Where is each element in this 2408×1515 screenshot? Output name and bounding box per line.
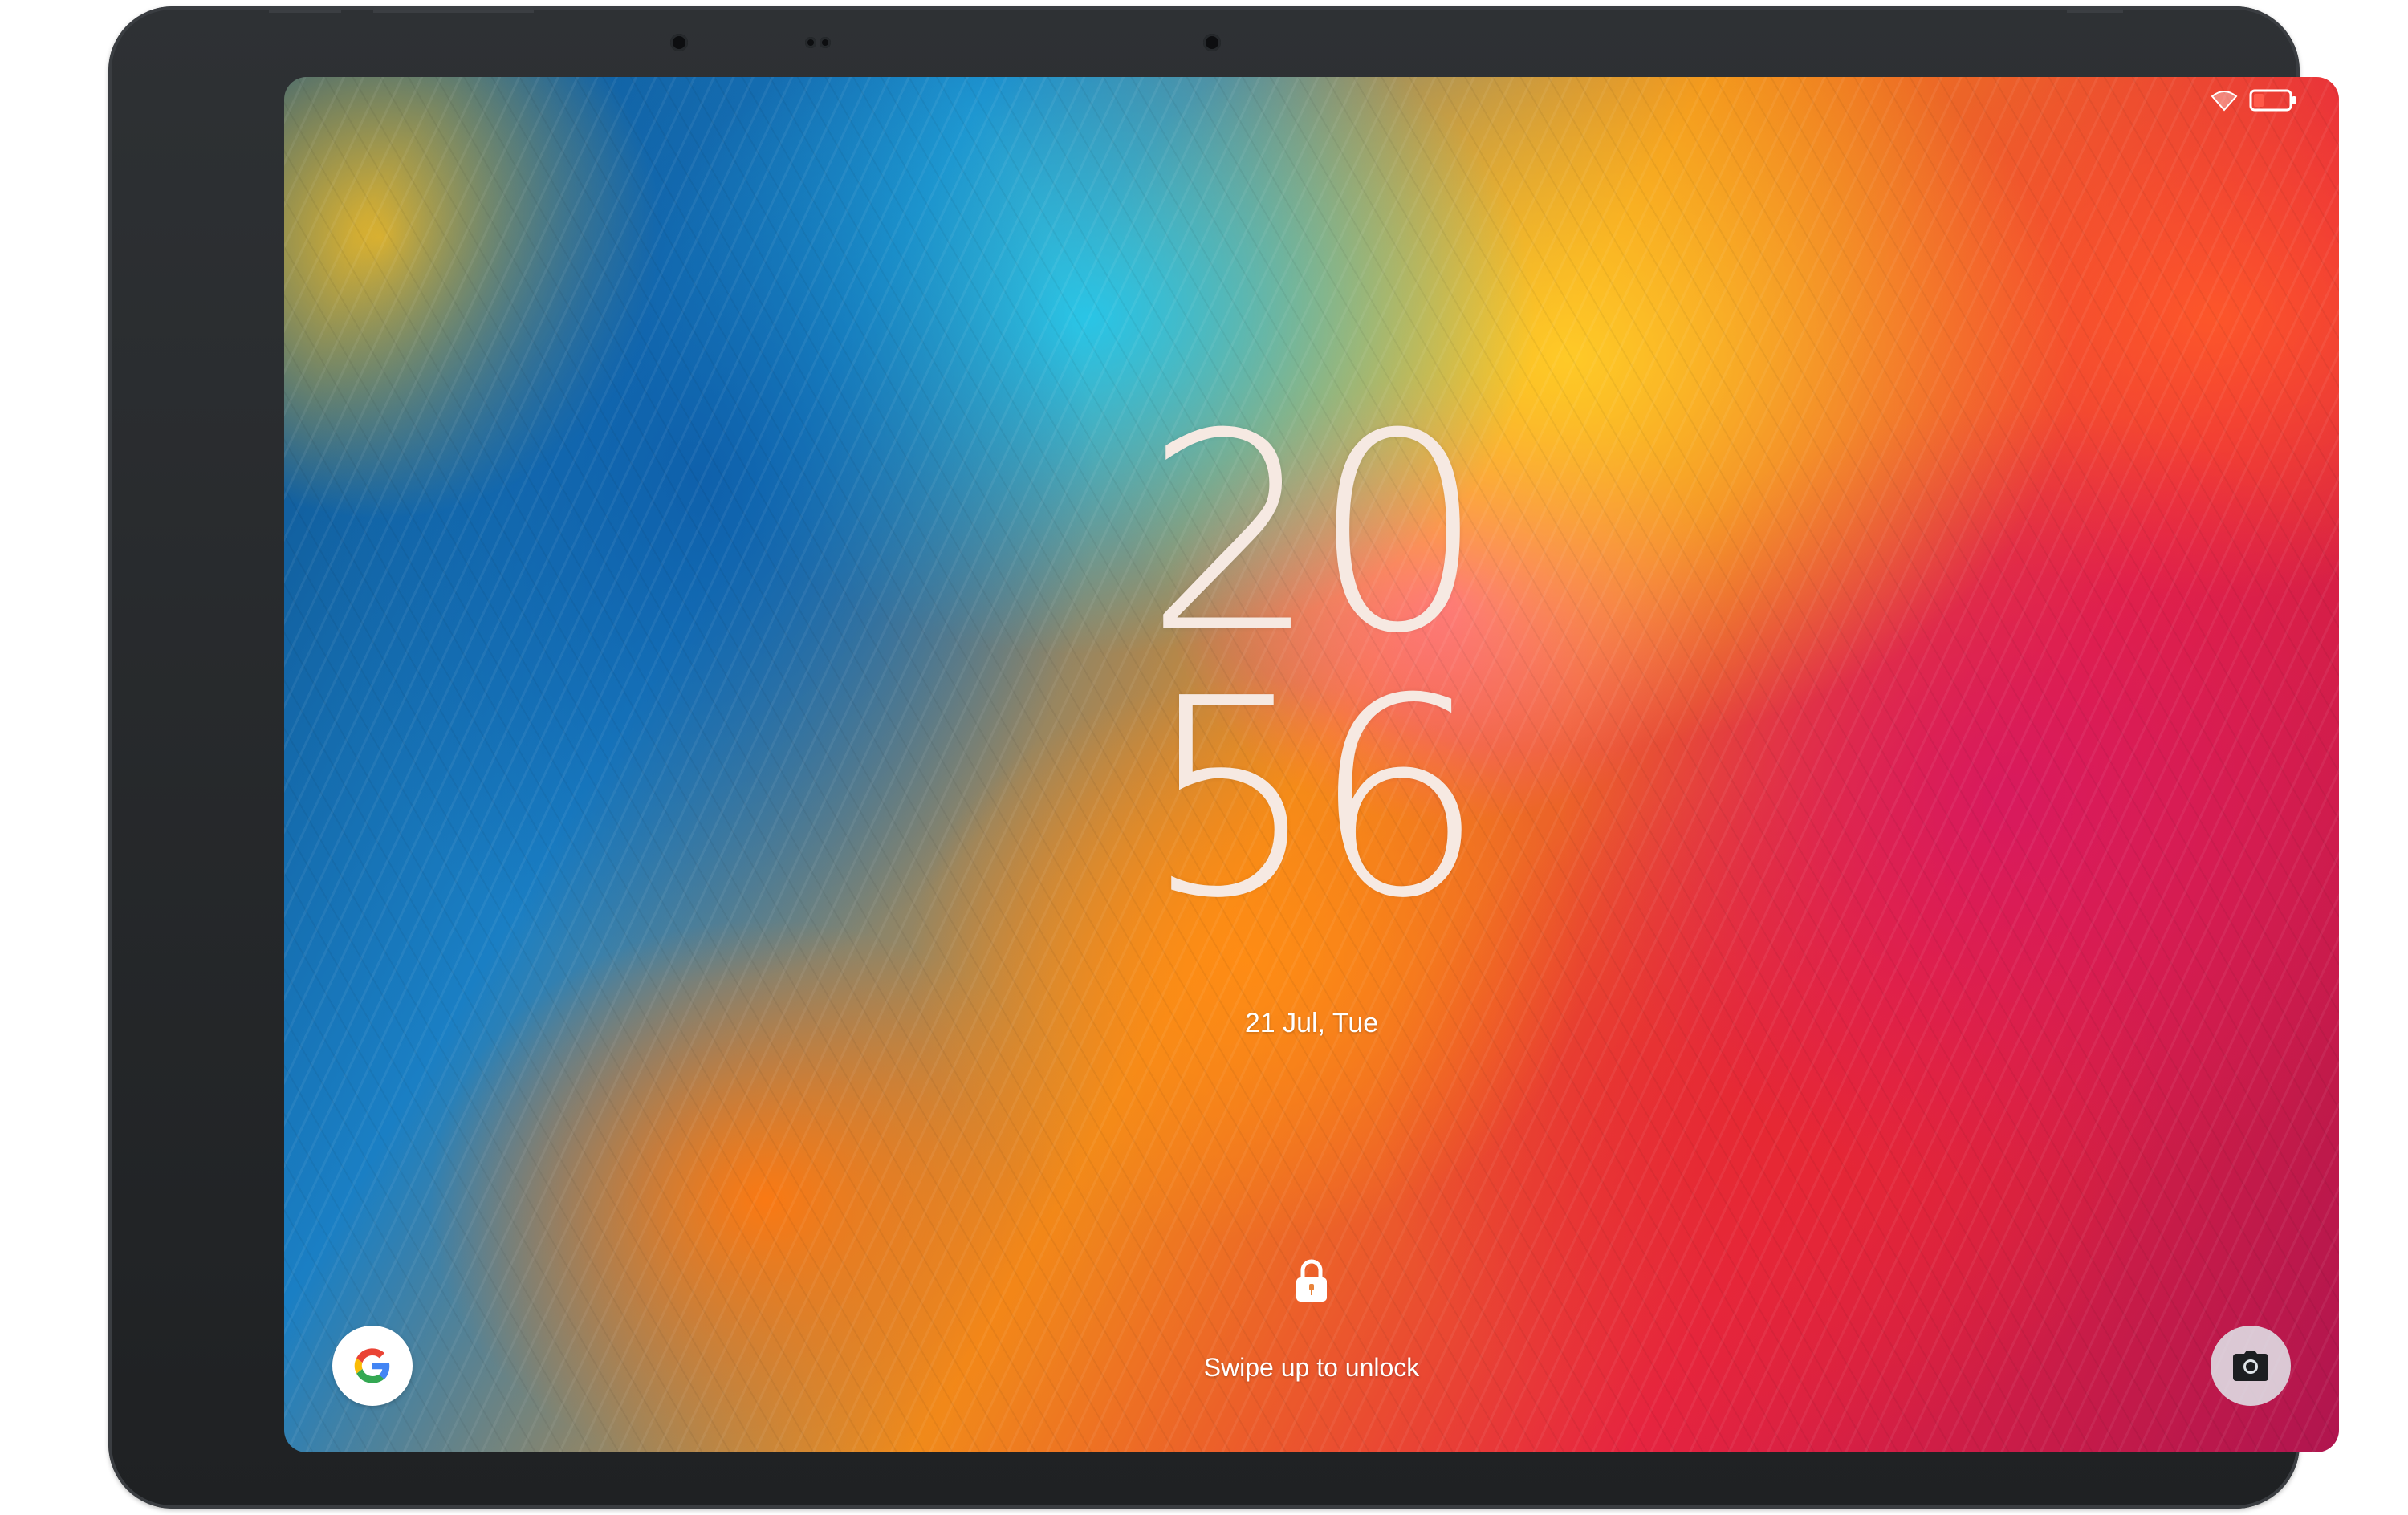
lock-icon <box>1296 1259 1327 1302</box>
camera-shortcut-button[interactable] <box>2211 1326 2291 1406</box>
date-label: 21 Jul, Tue <box>1244 1008 1379 1038</box>
tablet-device: 20 56 21 Jul, Tue Swipe up to unlock <box>108 6 2339 1509</box>
google-icon <box>354 1348 390 1383</box>
clock-hours: 20 <box>1144 376 1486 693</box>
volume-button <box>269 6 341 13</box>
status-bar <box>2211 88 2297 112</box>
lock-screen[interactable]: 20 56 21 Jul, Tue Swipe up to unlock <box>284 77 2339 1452</box>
sensor-right <box>820 37 831 48</box>
clock-minutes: 56 <box>1144 640 1486 958</box>
wifi-icon <box>2211 91 2238 112</box>
google-shortcut-button[interactable] <box>332 1326 413 1406</box>
side-button <box>2067 6 2123 13</box>
front-camera-secondary <box>1203 34 1221 51</box>
camera-icon <box>2233 1351 2268 1381</box>
power-button <box>373 6 534 13</box>
front-camera <box>670 34 688 51</box>
battery-icon <box>2249 89 2296 112</box>
swipe-to-unlock-hint: Swipe up to unlock <box>1203 1353 1420 1382</box>
sensor-left <box>805 37 816 48</box>
